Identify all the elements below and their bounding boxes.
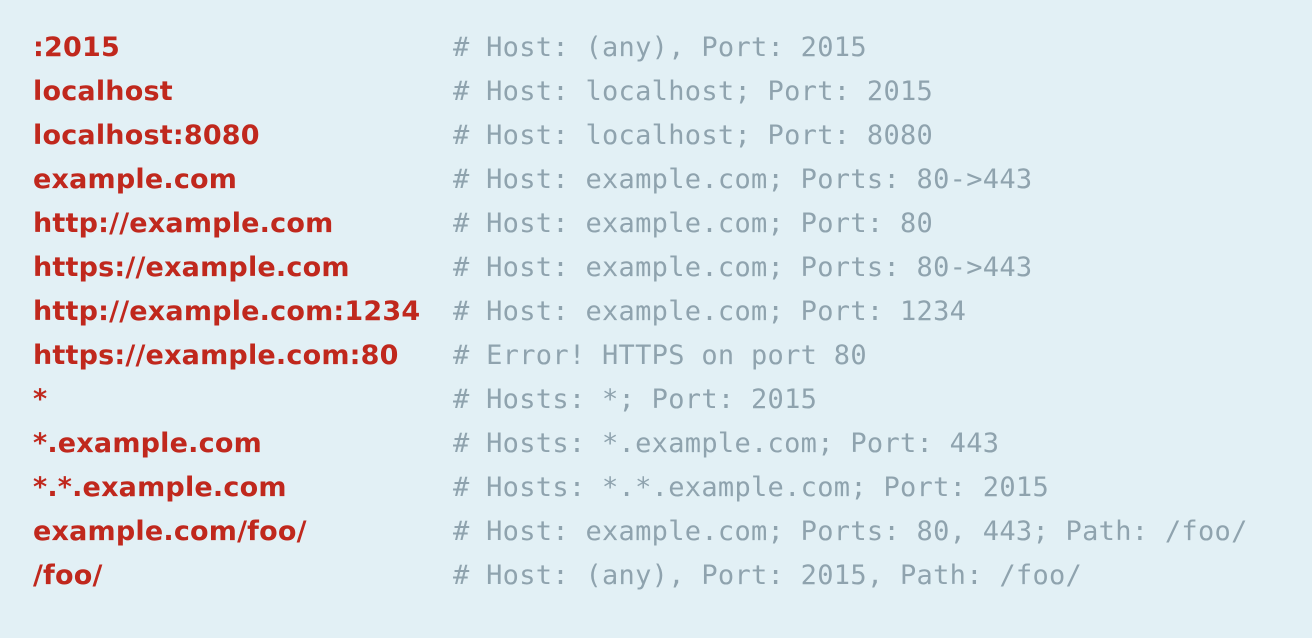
- code-line: https://example.com # Host: example.com;…: [33, 246, 1312, 290]
- line-comment: # Host: example.com; Port: 80: [453, 208, 934, 239]
- site-address: localhost: [33, 76, 173, 107]
- site-address: :2015: [33, 32, 120, 63]
- code-line: example.com/foo/ # Host: example.com; Po…: [33, 510, 1312, 554]
- line-comment: # Hosts: *; Port: 2015: [453, 384, 818, 415]
- site-address: *: [33, 384, 48, 415]
- line-comment: # Error! HTTPS on port 80: [453, 340, 867, 371]
- line-comment: # Host: localhost; Port: 8080: [453, 120, 934, 151]
- code-line: *.*.example.com # Hosts: *.*.example.com…: [33, 466, 1312, 510]
- site-address: https://example.com:80: [33, 340, 399, 371]
- code-line: /foo/ # Host: (any), Port: 2015, Path: /…: [33, 554, 1312, 598]
- site-address: https://example.com: [33, 252, 350, 283]
- site-address: example.com/foo/: [33, 516, 307, 547]
- site-address: http://example.com: [33, 208, 334, 239]
- code-line: * # Hosts: *; Port: 2015: [33, 378, 1312, 422]
- site-address: /foo/: [33, 560, 103, 591]
- line-comment: # Host: example.com; Ports: 80->443: [453, 164, 1033, 195]
- line-comment: # Host: localhost; Port: 2015: [453, 76, 934, 107]
- code-line: https://example.com:80 # Error! HTTPS on…: [33, 334, 1312, 378]
- site-address: *.example.com: [33, 428, 262, 459]
- line-comment: # Host: example.com; Ports: 80->443: [453, 252, 1033, 283]
- code-line: localhost # Host: localhost; Port: 2015: [33, 70, 1312, 114]
- code-line: http://example.com:1234 # Host: example.…: [33, 290, 1312, 334]
- site-address: *.*.example.com: [33, 472, 287, 503]
- line-comment: # Hosts: *.*.example.com; Port: 2015: [453, 472, 1049, 503]
- line-comment: # Host: example.com; Port: 1234: [453, 296, 967, 327]
- code-line: *.example.com # Hosts: *.example.com; Po…: [33, 422, 1312, 466]
- site-address: localhost:8080: [33, 120, 260, 151]
- site-address: example.com: [33, 164, 238, 195]
- code-line: example.com # Host: example.com; Ports: …: [33, 158, 1312, 202]
- code-line: http://example.com # Host: example.com; …: [33, 202, 1312, 246]
- site-address: http://example.com:1234: [33, 296, 421, 327]
- code-line: localhost:8080 # Host: localhost; Port: …: [33, 114, 1312, 158]
- line-comment: # Hosts: *.example.com; Port: 443: [453, 428, 1000, 459]
- line-comment: # Host: (any), Port: 2015: [453, 32, 867, 63]
- line-comment: # Host: example.com; Ports: 80, 443; Pat…: [453, 516, 1248, 547]
- line-comment: # Host: (any), Port: 2015, Path: /foo/: [453, 560, 1083, 591]
- code-block: :2015 # Host: (any), Port: 2015 localhos…: [0, 0, 1312, 638]
- code-line: :2015 # Host: (any), Port: 2015: [33, 26, 1312, 70]
